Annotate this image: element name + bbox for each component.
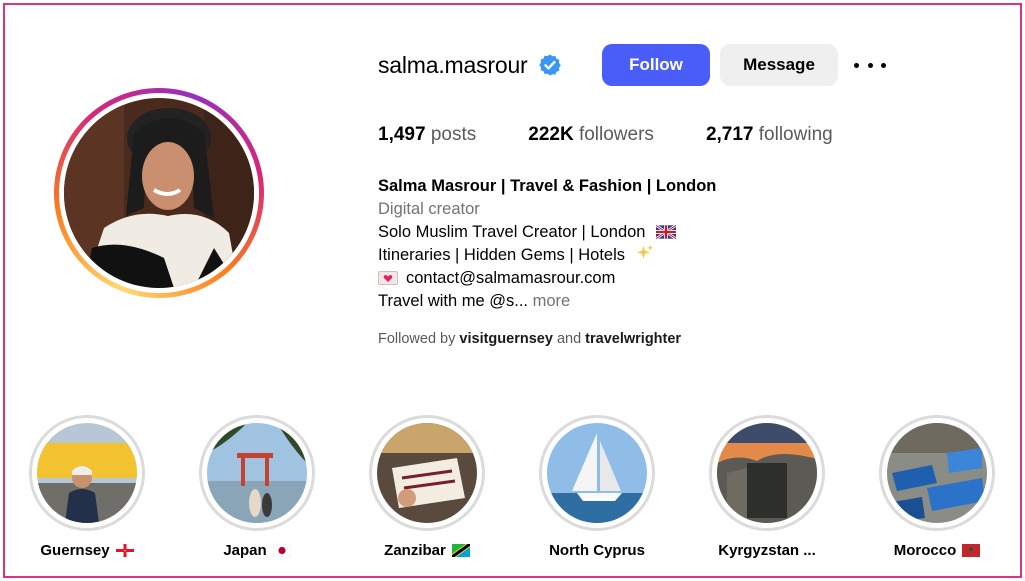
bio-line: Itineraries | Hidden Gems | Hotels [378, 244, 938, 267]
bio-line: contact@salmamasrour.com [378, 267, 938, 290]
highlight-cover [37, 423, 137, 523]
contact-email-link[interactable]: contact@salmamasrour.com [406, 269, 615, 287]
profile-bio: Salma Masrour | Travel & Fashion | Londo… [378, 175, 938, 313]
highlight-cover [717, 423, 817, 523]
bio-category: Digital creator [378, 200, 480, 218]
highlight-morocco[interactable]: Morocco [862, 415, 1012, 559]
posts-stat: 1,497 posts [378, 124, 477, 145]
japan-flag-icon [272, 544, 291, 557]
highlight-japan[interactable]: Japan [182, 415, 332, 559]
avatar-photo [64, 98, 254, 288]
more-options-icon[interactable] [854, 52, 886, 78]
username: salma.masrour [378, 51, 528, 78]
highlight-zanzibar[interactable]: Zanzibar [352, 415, 502, 559]
verified-badge-icon [538, 54, 561, 76]
heart-letter-icon [378, 271, 398, 285]
highlight-cover [547, 423, 647, 523]
message-button[interactable]: Message [720, 44, 838, 86]
morocco-flag-icon [962, 544, 981, 557]
bio-name: Salma Masrour | Travel & Fashion | Londo… [378, 177, 717, 195]
tanzania-flag-icon [451, 544, 470, 557]
highlight-cover [887, 423, 987, 523]
highlight-cover [377, 423, 477, 523]
highlight-guernsey[interactable]: Guernsey [12, 415, 162, 559]
following-stat[interactable]: 2,717 following [706, 124, 833, 146]
follow-button[interactable]: Follow [602, 44, 710, 86]
highlight-cover [207, 423, 307, 523]
highlight-kyrgyzstan[interactable]: Kyrgyzstan ... [692, 415, 842, 559]
guernsey-flag-icon [115, 544, 134, 557]
followers-stat[interactable]: 222K followers [528, 124, 654, 146]
sparkles-icon [636, 244, 653, 259]
highlight-north-cyprus[interactable]: North Cyprus [522, 415, 672, 559]
profile-avatar[interactable] [54, 88, 264, 298]
uk-flag-icon [656, 225, 677, 239]
bio-line: Travel with me @s... more [378, 292, 571, 310]
bio-line: Solo Muslim Travel Creator | London [378, 221, 938, 244]
username-row: salma.masrour [378, 44, 562, 86]
profile-stats: 1,497 posts 222K followers 2,717 followi… [378, 124, 885, 146]
bio-more-link[interactable]: more [533, 292, 571, 310]
followed-by[interactable]: Followed by visitguernsey and travelwrig… [378, 331, 681, 347]
